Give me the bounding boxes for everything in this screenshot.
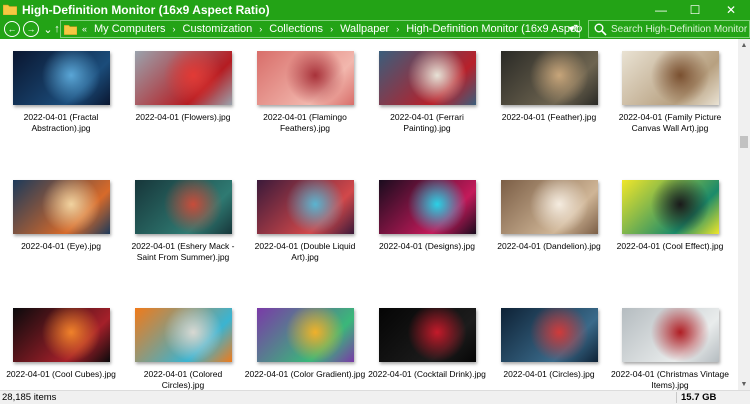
file-name[interactable]: 2022-04-01 (Eye).jpg — [0, 241, 122, 252]
file-thumbnail[interactable] — [501, 180, 598, 234]
file-thumbnail[interactable] — [13, 308, 110, 362]
breadcrumb-overflow-icon[interactable]: « — [82, 24, 87, 34]
file-thumbnail[interactable] — [501, 51, 598, 105]
title-bar: High-Definition Monitor (16x9 Aspect Rat… — [0, 0, 750, 19]
file-thumbnail[interactable] — [257, 308, 354, 362]
file-thumbnail[interactable] — [135, 51, 232, 105]
file-name[interactable]: 2022-04-01 (Fractal Abstraction).jpg — [0, 112, 122, 134]
forward-button[interactable]: → — [23, 21, 39, 37]
scroll-down-button[interactable]: ▼ — [738, 378, 750, 390]
file-name[interactable]: 2022-04-01 (Circles).jpg — [488, 369, 610, 380]
file-name[interactable]: 2022-04-01 (Dandelion).jpg — [488, 241, 610, 252]
file-view[interactable]: 2022-04-01 (Fractal Abstraction).jpg 2022… — [0, 39, 738, 390]
scrollbar-thumb[interactable] — [740, 136, 748, 148]
breadcrumb-separator-icon[interactable]: › — [173, 24, 176, 34]
window-title: High-Definition Monitor (16x9 Aspect Rat… — [22, 2, 270, 17]
file-name[interactable]: 2022-04-01 (Christmas Vintage Items).jpg — [609, 369, 731, 390]
file-name[interactable]: 2022-04-01 (Family Picture Canvas Wall A… — [609, 112, 731, 134]
file-name[interactable]: 2022-04-01 (Cool Cubes).jpg — [0, 369, 122, 380]
status-divider — [676, 392, 677, 403]
maximize-button[interactable]: ☐ — [678, 0, 712, 19]
file-thumbnail[interactable] — [13, 51, 110, 105]
file-name[interactable]: 2022-04-01 (Flamingo Feathers).jpg — [244, 112, 366, 134]
search-box[interactable] — [588, 20, 750, 38]
file-name[interactable]: 2022-04-01 (Designs).jpg — [366, 241, 488, 252]
file-thumbnail[interactable] — [501, 308, 598, 362]
file-thumbnail[interactable] — [622, 308, 719, 362]
file-name[interactable]: 2022-04-01 (Double Liquid Art).jpg — [244, 241, 366, 263]
breadcrumb-separator-icon[interactable]: › — [259, 24, 262, 34]
file-thumbnail[interactable] — [257, 180, 354, 234]
breadcrumb-item-wallpaper[interactable]: Wallpaper — [340, 23, 389, 35]
file-thumbnail[interactable] — [135, 180, 232, 234]
address-bar[interactable]: « My Computers › Customization › Collect… — [60, 20, 580, 38]
file-name[interactable]: 2022-04-01 (Eshery Mack - Saint From Sum… — [122, 241, 244, 263]
file-name[interactable]: 2022-04-01 (Colored Circles).jpg — [122, 369, 244, 390]
file-name[interactable]: 2022-04-01 (Ferrari Painting).jpg — [366, 112, 488, 134]
breadcrumb: My Computers › Customization › Collectio… — [94, 23, 579, 35]
file-thumbnail[interactable] — [379, 308, 476, 362]
file-thumbnail[interactable] — [257, 51, 354, 105]
file-name[interactable]: 2022-04-01 (Cocktail Drink).jpg — [366, 369, 488, 380]
file-name[interactable]: 2022-04-01 (Feather).jpg — [488, 112, 610, 123]
navigation-bar: ← → ⌄ ↑ « My Computers › Customization ›… — [0, 19, 750, 39]
file-name[interactable]: 2022-04-01 (Flowers).jpg — [122, 112, 244, 123]
close-button[interactable]: ✕ — [712, 0, 750, 19]
status-bar: 28,185 items 15.7 GB — [0, 390, 750, 404]
file-thumbnail[interactable] — [379, 51, 476, 105]
file-thumbnail[interactable] — [622, 180, 719, 234]
vertical-scrollbar[interactable]: ▲ ▼ — [738, 39, 750, 390]
back-button[interactable]: ← — [4, 21, 20, 37]
file-thumbnail[interactable] — [622, 51, 719, 105]
item-count: 28,185 items — [2, 392, 57, 403]
folder-icon — [3, 4, 17, 15]
breadcrumb-item-my-computers[interactable]: My Computers — [94, 23, 166, 35]
refresh-button[interactable]: ↻ — [570, 21, 586, 37]
search-icon — [594, 23, 607, 36]
breadcrumb-item-current-folder[interactable]: High-Definition Monitor (16x9 Aspect Rat… — [406, 23, 579, 35]
minimize-button[interactable]: — — [644, 0, 678, 19]
breadcrumb-item-collections[interactable]: Collections — [269, 23, 323, 35]
file-thumbnail[interactable] — [379, 180, 476, 234]
file-name[interactable]: 2022-04-01 (Cool Effect).jpg — [609, 241, 731, 252]
search-input[interactable] — [611, 23, 749, 35]
breadcrumb-separator-icon[interactable]: › — [396, 24, 399, 34]
breadcrumb-separator-icon[interactable]: › — [330, 24, 333, 34]
scroll-up-button[interactable]: ▲ — [738, 39, 750, 51]
file-name[interactable]: 2022-04-01 (Color Gradient).jpg — [244, 369, 366, 380]
breadcrumb-item-customization[interactable]: Customization — [183, 23, 253, 35]
total-size: 15.7 GB — [681, 392, 717, 403]
file-thumbnail[interactable] — [13, 180, 110, 234]
folder-icon — [64, 24, 77, 35]
file-thumbnail[interactable] — [135, 308, 232, 362]
